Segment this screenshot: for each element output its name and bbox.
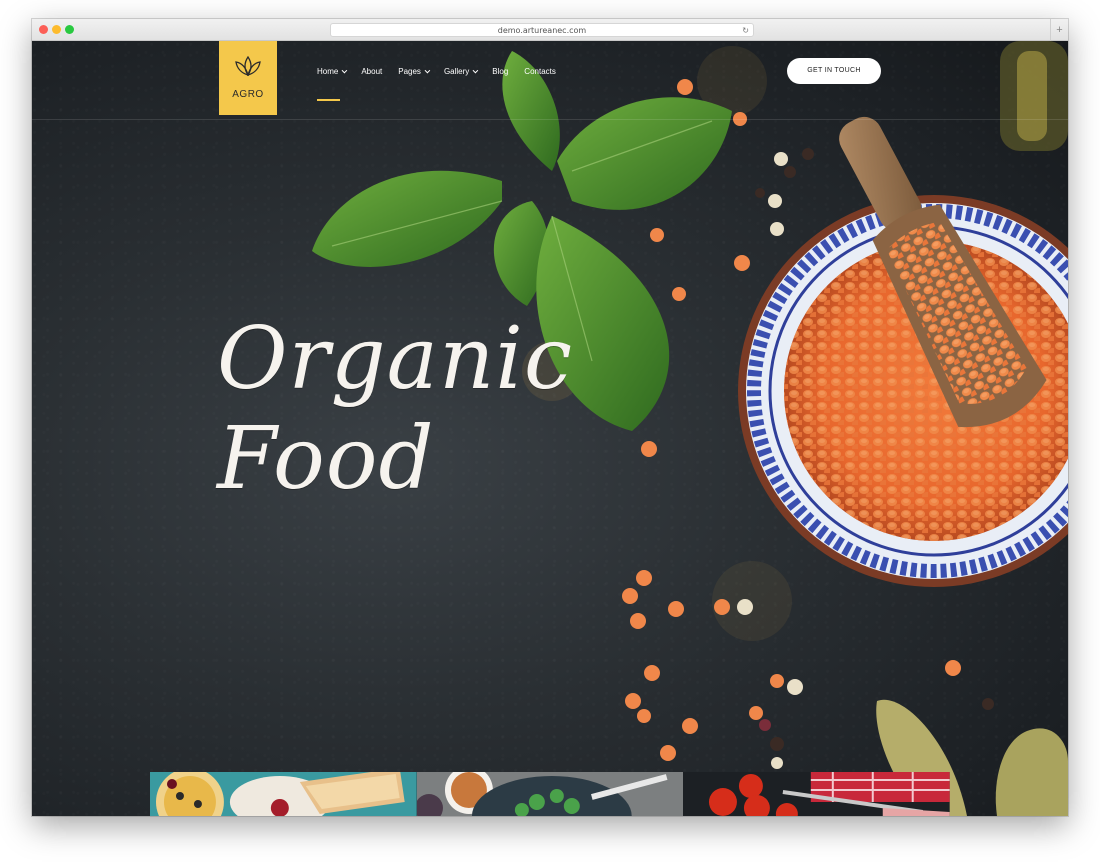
nav-item-pages[interactable]: Pages	[398, 65, 431, 79]
chevron-down-icon	[341, 67, 348, 74]
maximize-window-button[interactable]	[65, 25, 74, 34]
salad-thumbnail[interactable]	[416, 772, 684, 816]
nav-item-label: Contacts	[524, 67, 556, 76]
header-divider	[32, 119, 1068, 120]
nav-item-label: About	[361, 67, 383, 76]
nav-item-label: Blog	[492, 67, 509, 76]
main-navigation: Home About Pages Gallery Blog Contacts	[317, 65, 572, 79]
hero-title-line2: Food	[217, 409, 435, 509]
active-nav-indicator	[317, 99, 340, 101]
new-tab-button[interactable]: +	[1050, 19, 1068, 41]
hero-section: AGRO Home About Pages Gallery Blog Conta…	[32, 41, 1068, 816]
address-url: demo.artureanec.com	[497, 26, 587, 35]
hero-title: Organic Food	[217, 309, 573, 509]
nav-item-blog[interactable]: Blog	[492, 65, 508, 79]
nav-item-about[interactable]: About	[361, 65, 382, 79]
hero-title-line1: Organic	[217, 309, 573, 409]
site-logo[interactable]: AGRO	[219, 41, 277, 115]
nav-item-label: Gallery	[443, 67, 470, 76]
browser-toolbar: demo.artureanec.com ↻ +	[32, 19, 1068, 41]
get-in-touch-button[interactable]: GET IN TOUCH	[787, 58, 881, 84]
leaf-icon	[235, 55, 261, 77]
browser-window: demo.artureanec.com ↻ + AGRO Home About …	[32, 19, 1068, 816]
breakfast-image	[150, 772, 417, 816]
nav-item-home[interactable]: Home	[317, 65, 348, 79]
tomatoes-thumbnail[interactable]	[683, 772, 951, 816]
address-bar[interactable]: demo.artureanec.com ↻	[330, 23, 754, 37]
close-window-button[interactable]	[39, 25, 48, 34]
tomatoes-image	[683, 772, 951, 816]
nav-item-label: Pages	[398, 67, 421, 76]
nav-item-contacts[interactable]: Contacts	[524, 65, 556, 79]
breakfast-thumbnail[interactable]	[150, 772, 417, 816]
nav-item-gallery[interactable]: Gallery	[443, 65, 479, 79]
minimize-window-button[interactable]	[52, 25, 61, 34]
reload-icon[interactable]: ↻	[742, 25, 749, 37]
chevron-down-icon	[472, 67, 479, 74]
chevron-down-icon	[424, 67, 431, 74]
gallery-thumbnails	[150, 772, 951, 816]
logo-text: AGRO	[232, 89, 264, 100]
nav-item-label: Home	[317, 67, 339, 76]
salad-image	[416, 772, 684, 816]
